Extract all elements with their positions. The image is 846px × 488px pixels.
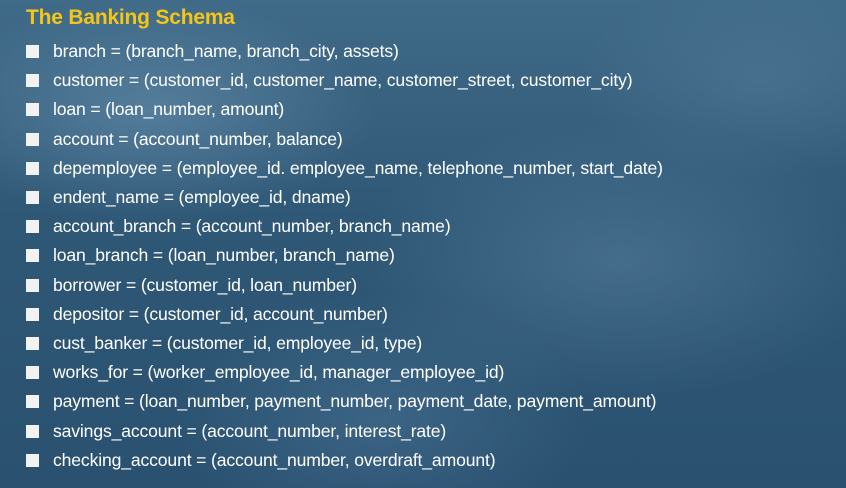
list-item: cust_banker = (customer_id, employee_id,… [26,329,663,358]
square-bullet-icon [26,278,39,292]
square-bullet-icon [26,220,39,234]
schema-text: endent_name = (employee_id, dname) [53,187,351,208]
schema-text: savings_account = (account_number, inter… [53,420,447,441]
list-item: branch = (branch_name, branch_city, asse… [26,37,663,66]
schema-text: depemployee = (employee_id. employee_nam… [53,157,663,178]
square-bullet-icon [26,424,39,438]
schema-text: customer = (customer_id, customer_name, … [53,70,633,91]
schema-text: borrower = (customer_id, loan_number) [53,274,357,295]
schema-text: payment = (loan_number, payment_number, … [53,391,657,412]
schema-text: account = (account_number, balance) [53,128,343,149]
square-bullet-icon [26,74,39,88]
schema-text: loan = (loan_number, amount) [53,99,285,120]
list-item: account = (account_number, balance) [26,125,663,154]
list-item: loan = (loan_number, amount) [26,95,663,124]
list-item: depositor = (customer_id, account_number… [26,300,663,329]
list-item: endent_name = (employee_id, dname) [26,183,663,212]
list-item: account_branch = (account_number, branch… [26,212,663,241]
square-bullet-icon [26,307,39,321]
schema-text: loan_branch = (loan_number, branch_name) [53,245,395,266]
list-item: borrower = (customer_id, loan_number) [26,271,663,300]
square-bullet-icon [26,45,39,59]
square-bullet-icon [26,249,39,263]
schema-text: depositor = (customer_id, account_number… [53,303,388,324]
list-item: works_for = (worker_employee_id, manager… [26,358,663,387]
schema-text: works_for = (worker_employee_id, manager… [53,362,505,383]
square-bullet-icon [26,336,39,350]
list-item: depemployee = (employee_id. employee_nam… [26,154,663,183]
list-item: payment = (loan_number, payment_number, … [26,387,663,416]
schema-text: cust_banker = (customer_id, employee_id,… [53,332,423,353]
slide: The Banking Schema branch = (branch_name… [0,0,846,488]
square-bullet-icon [26,132,39,146]
list-item: checking_account = (account_number, over… [26,446,663,475]
square-bullet-icon [26,453,39,467]
schema-text: checking_account = (account_number, over… [53,449,496,470]
list-item: loan_branch = (loan_number, branch_name) [26,241,663,270]
schema-list: branch = (branch_name, branch_city, asse… [26,37,663,475]
schema-text: account_branch = (account_number, branch… [53,216,451,237]
square-bullet-icon [26,161,39,175]
list-item: customer = (customer_id, customer_name, … [26,66,663,95]
list-item: savings_account = (account_number, inter… [26,416,663,445]
schema-text: branch = (branch_name, branch_city, asse… [53,41,399,62]
square-bullet-icon [26,191,39,205]
square-bullet-icon [26,366,39,380]
square-bullet-icon [26,103,39,117]
square-bullet-icon [26,395,39,409]
slide-title: The Banking Schema [26,6,235,29]
